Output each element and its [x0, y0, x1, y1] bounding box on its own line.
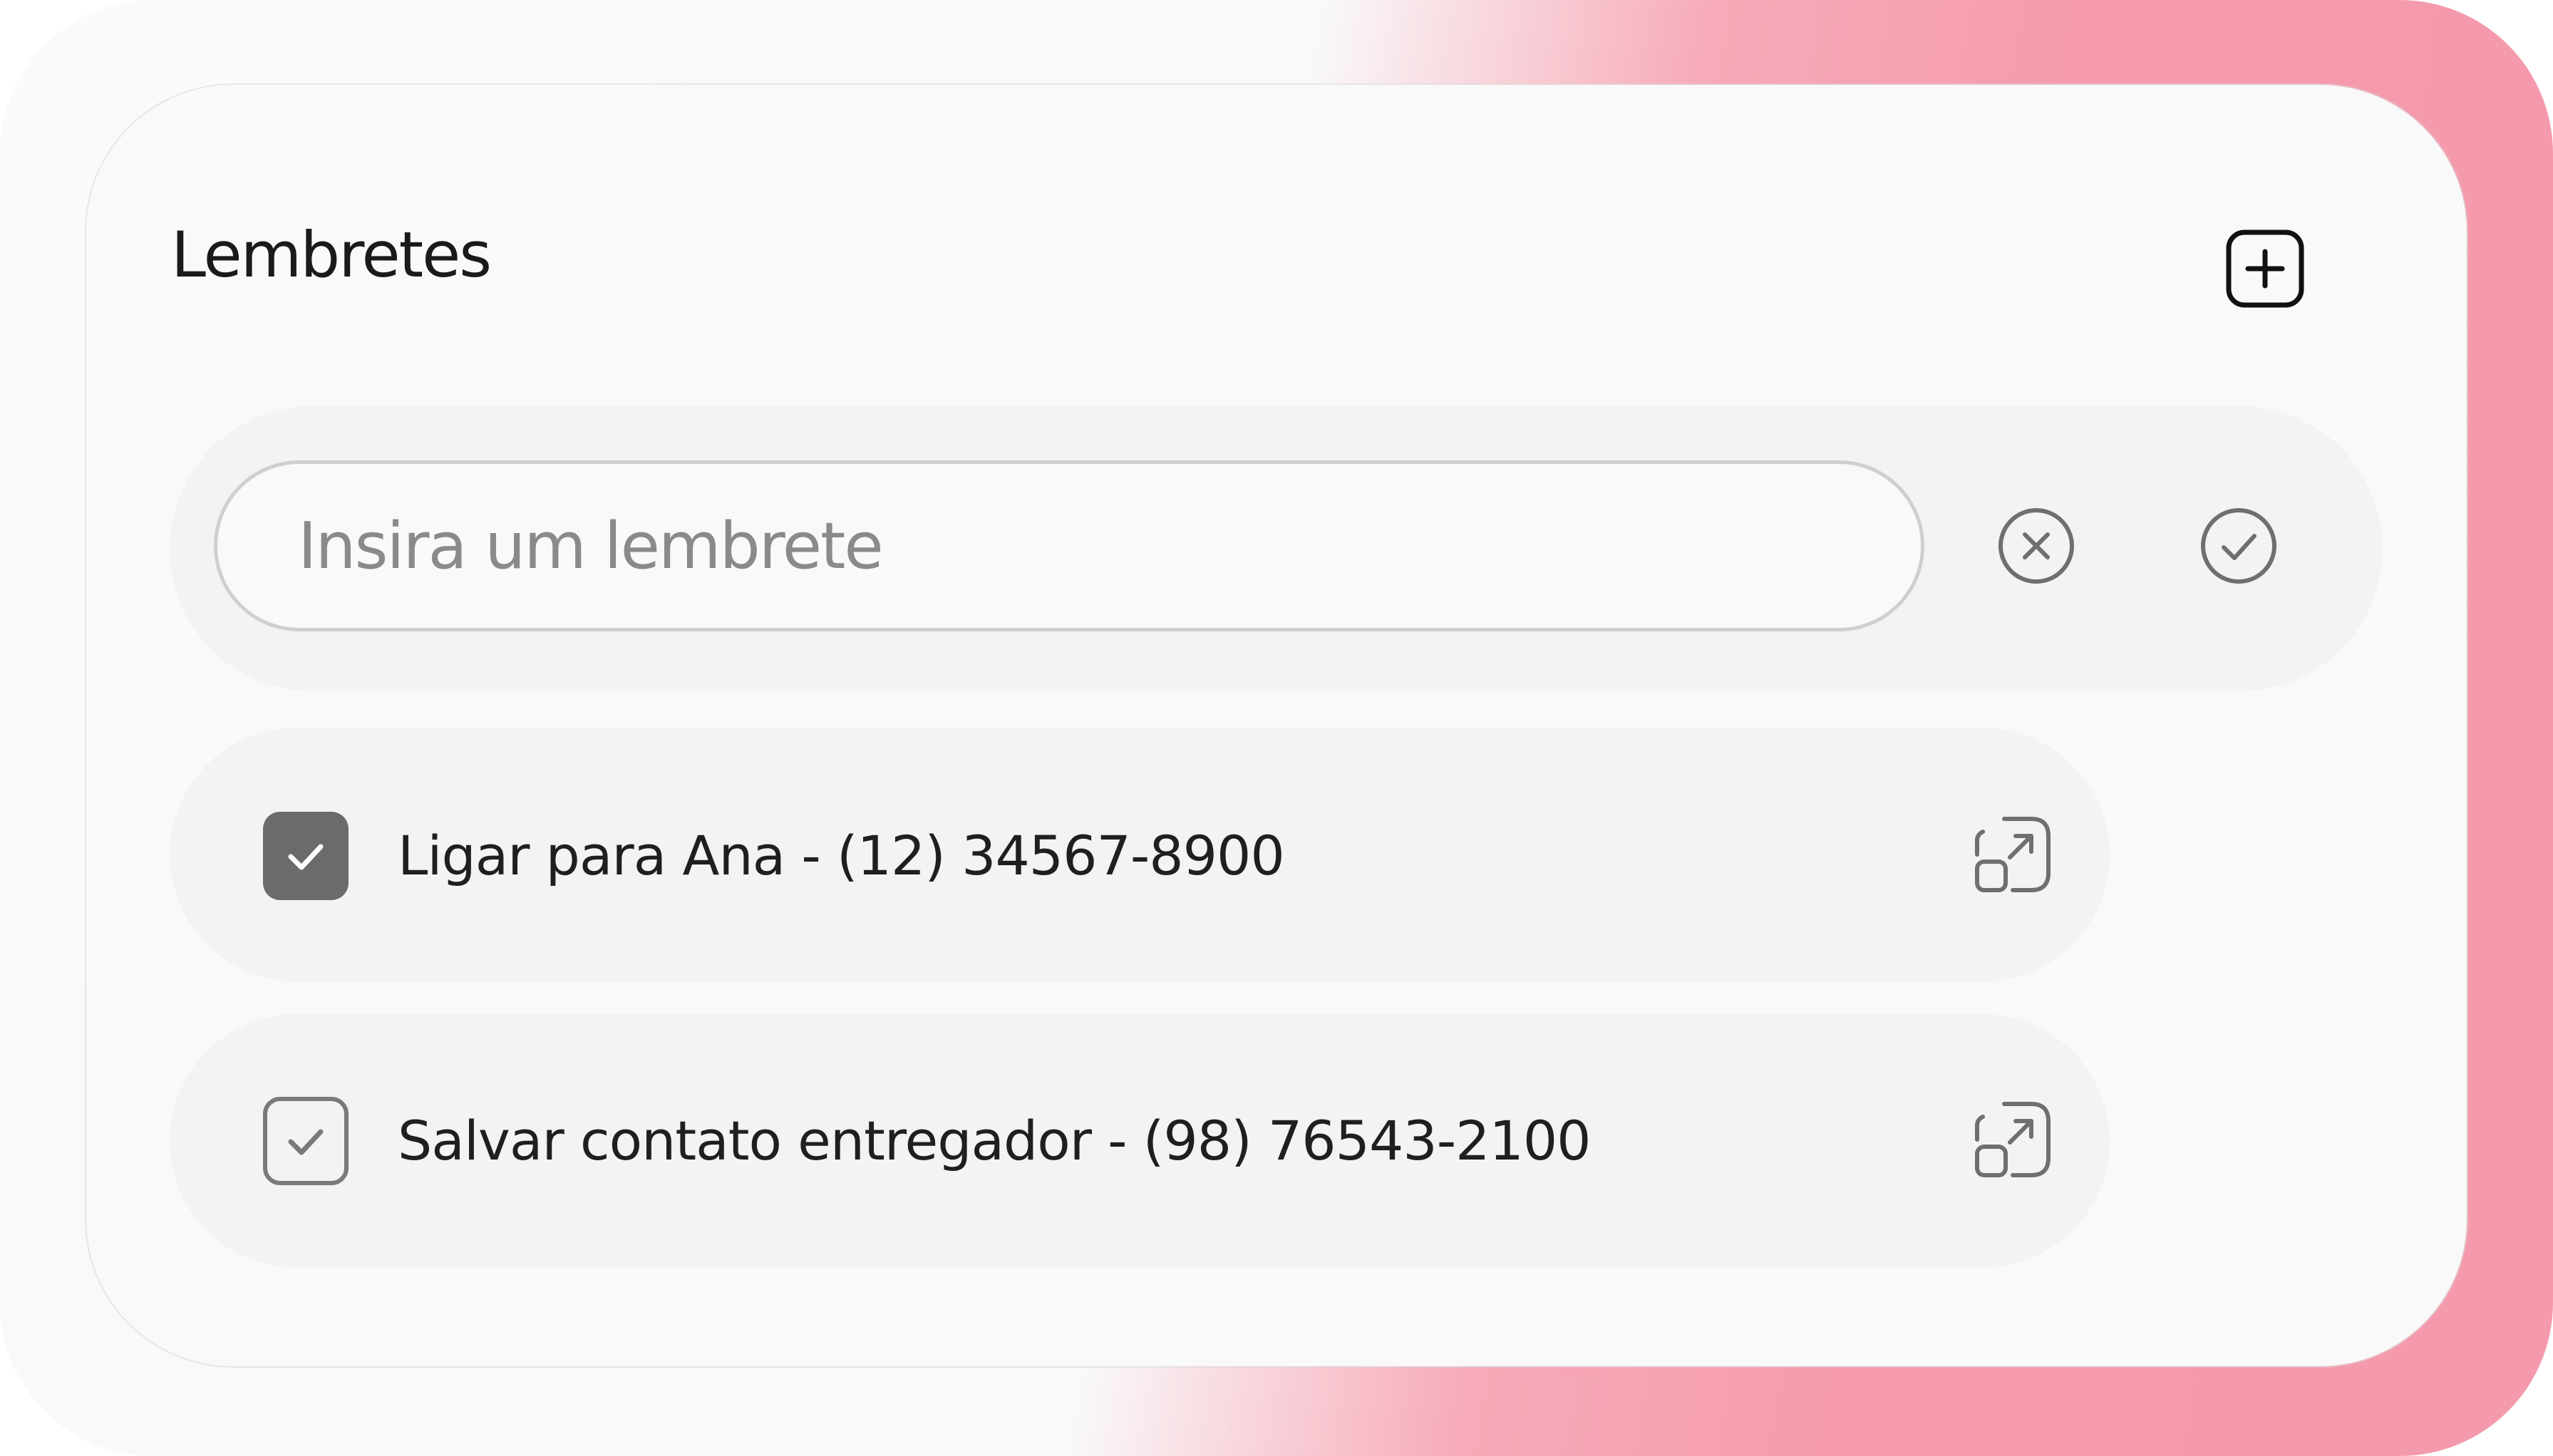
reminders-card: Lembretes Insira um lembrete Ligar para … [86, 85, 2467, 1366]
reminder-text: Ligar para Ana - (12) 34567-8900 [398, 824, 1285, 887]
add-reminder-button[interactable] [2224, 227, 2306, 310]
open-external-icon [1975, 817, 2051, 892]
reminder-input[interactable] [214, 460, 1924, 631]
open-external-icon [1975, 1102, 2051, 1177]
reminder-checkbox[interactable] [263, 812, 349, 900]
open-reminder-button[interactable] [1970, 1097, 2056, 1182]
confirm-button[interactable] [2196, 503, 2281, 589]
reminder-item: Ligar para Ana - (12) 34567-8900 [170, 728, 2110, 981]
x-circle-icon [1998, 508, 2074, 584]
reminder-text: Salvar contato entregador - (98) 76543-2… [398, 1109, 1592, 1172]
open-reminder-button[interactable] [1970, 812, 2056, 897]
plus-square-icon [2226, 229, 2304, 308]
reminder-checkbox[interactable] [263, 1097, 349, 1185]
cancel-button[interactable] [1994, 503, 2079, 589]
reminder-item: Salvar contato entregador - (98) 76543-2… [170, 1014, 2110, 1268]
check-icon [288, 844, 324, 870]
background-frame: Lembretes Insira um lembrete Ligar para … [0, 0, 2553, 1456]
check-circle-icon [2201, 508, 2276, 584]
card-title: Lembretes [171, 218, 492, 291]
check-icon [288, 1129, 324, 1155]
